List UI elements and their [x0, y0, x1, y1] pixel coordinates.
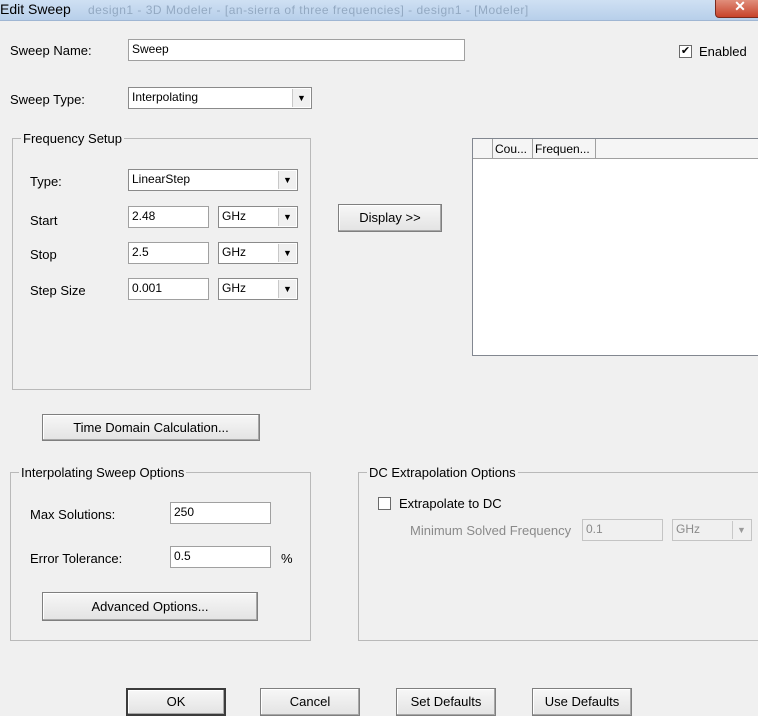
background-window-title: design1 - 3D Modeler - [an-sierra of thr… [88, 3, 529, 17]
start-input[interactable]: 2.48 [128, 206, 209, 228]
close-icon: ✕ [734, 0, 746, 14]
max-solutions-input[interactable]: 250 [170, 502, 271, 524]
ok-button[interactable]: OK [126, 688, 226, 716]
display-button[interactable]: Display >> [338, 204, 442, 232]
type-label: Type: [30, 174, 62, 189]
step-size-unit-select[interactable]: GHz ▼ [218, 278, 298, 300]
chevron-down-icon: ▼ [278, 208, 296, 226]
table-header-filler [596, 139, 758, 159]
stop-unit-value: GHz [222, 245, 246, 259]
sweep-type-select[interactable]: Interpolating ▼ [128, 87, 312, 109]
chevron-down-icon: ▼ [278, 244, 296, 262]
min-solved-frequency-label: Minimum Solved Frequency [410, 523, 572, 538]
step-size-input[interactable]: 0.001 [128, 278, 209, 300]
close-button[interactable]: ✕ [715, 0, 758, 18]
sweep-type-label: Sweep Type: [10, 92, 85, 107]
start-unit-value: GHz [222, 209, 246, 223]
start-label: Start [30, 213, 58, 228]
chevron-down-icon: ▼ [292, 89, 310, 107]
table-header-count[interactable]: Cou... [493, 139, 533, 159]
stop-label: Stop [30, 247, 57, 262]
chevron-down-icon: ▼ [732, 521, 750, 539]
table-header-frequency[interactable]: Frequen... [533, 139, 596, 159]
sweep-name-input[interactable]: Sweep [128, 39, 465, 61]
error-tolerance-label: Error Tolerance: [30, 551, 123, 566]
advanced-options-button[interactable]: Advanced Options... [42, 592, 258, 621]
cancel-button[interactable]: Cancel [260, 688, 360, 716]
sweep-type-value: Interpolating [132, 90, 199, 104]
set-defaults-button[interactable]: Set Defaults [396, 688, 496, 716]
start-unit-select[interactable]: GHz ▼ [218, 206, 298, 228]
check-icon: ✔ [680, 45, 691, 57]
step-size-unit-value: GHz [222, 281, 246, 295]
enabled-label: Enabled [699, 44, 747, 59]
stop-input[interactable]: 2.5 [128, 242, 209, 264]
enabled-checkbox[interactable]: ✔ [679, 45, 692, 58]
frequency-type-value: LinearStep [132, 172, 191, 186]
stop-unit-select[interactable]: GHz ▼ [218, 242, 298, 264]
time-domain-calculation-button[interactable]: Time Domain Calculation... [42, 414, 260, 441]
table-header-corner[interactable] [473, 139, 493, 159]
min-frequency-unit-value: GHz [676, 522, 700, 536]
min-solved-frequency-input[interactable]: 0.1 [582, 519, 663, 541]
sweep-name-label: Sweep Name: [10, 43, 92, 58]
extrapolate-dc-checkbox[interactable] [378, 497, 391, 510]
chevron-down-icon: ▼ [278, 171, 296, 189]
chevron-down-icon: ▼ [278, 280, 296, 298]
error-tolerance-unit: % [281, 551, 293, 566]
min-frequency-unit-select[interactable]: GHz ▼ [672, 519, 752, 541]
interpolating-options-title: Interpolating Sweep Options [19, 465, 187, 480]
max-solutions-label: Max Solutions: [30, 507, 116, 522]
step-size-label: Step Size [30, 283, 86, 298]
window-title: Edit Sweep [0, 1, 71, 17]
extrapolate-dc-label: Extrapolate to DC [399, 496, 502, 511]
error-tolerance-input[interactable]: 0.5 [170, 546, 271, 568]
use-defaults-button[interactable]: Use Defaults [532, 688, 632, 716]
frequency-type-select[interactable]: LinearStep ▼ [128, 169, 298, 191]
frequency-table[interactable]: Cou... Frequen... [472, 138, 758, 356]
frequency-setup-title: Frequency Setup [21, 131, 125, 146]
dc-extrapolation-title: DC Extrapolation Options [367, 465, 518, 480]
